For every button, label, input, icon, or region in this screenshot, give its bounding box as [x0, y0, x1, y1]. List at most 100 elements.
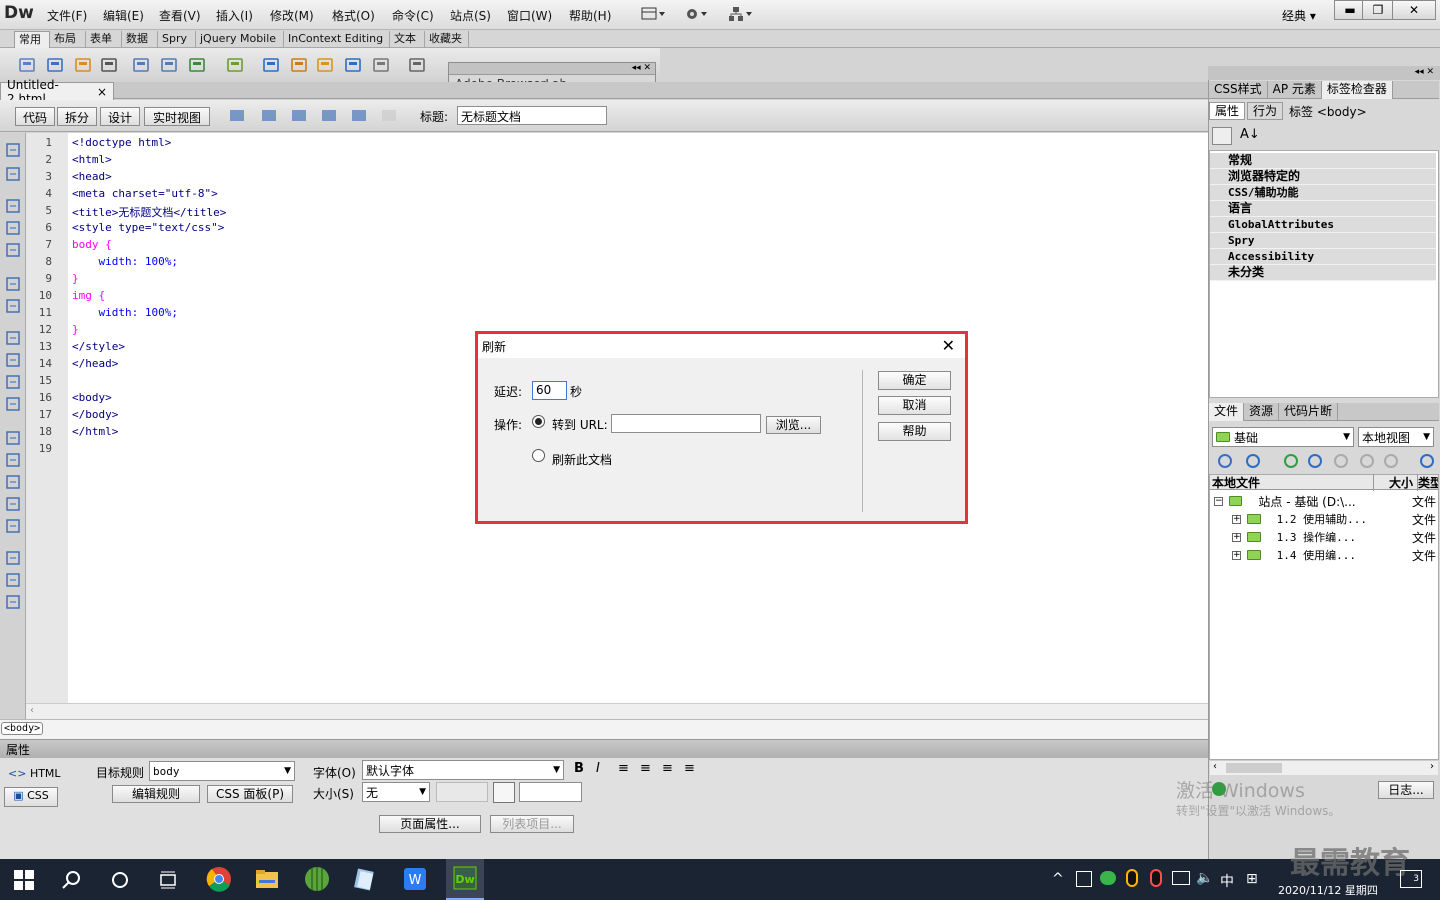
network-icon[interactable] — [1172, 871, 1190, 885]
insert-tab[interactable]: 布局 — [50, 31, 86, 48]
size-select[interactable]: 无 ▼ — [362, 782, 430, 802]
files-tab[interactable]: 代码片断 — [1279, 402, 1339, 421]
code-line[interactable]: </head> — [72, 357, 118, 370]
file-item[interactable]: +1.3 操作编... 文件 — [1232, 528, 1436, 546]
check-page-icon[interactable] — [350, 107, 370, 125]
menu-item[interactable]: 插入(I) — [216, 7, 253, 24]
insert-object-icon[interactable] — [46, 56, 64, 74]
align-right-icon[interactable]: ≡ — [662, 761, 673, 776]
coding-tool-icon[interactable] — [5, 220, 21, 236]
insert-tab[interactable]: InContext Editing — [284, 31, 390, 48]
insert-tab[interactable]: 表单 — [86, 31, 122, 48]
insert-object-icon[interactable] — [132, 56, 150, 74]
files-tool-icon[interactable] — [1282, 452, 1300, 470]
menu-item[interactable]: 查看(V) — [159, 7, 201, 24]
col-size[interactable]: 大小 — [1374, 473, 1418, 491]
panel-tab[interactable]: AP 元素 — [1268, 80, 1322, 99]
code-line[interactable]: } — [72, 323, 79, 336]
target-rule-select[interactable]: body ▼ — [149, 761, 295, 781]
qq-icon[interactable] — [1126, 869, 1138, 887]
scroll-thumb[interactable] — [1226, 763, 1282, 773]
coding-tool-icon[interactable] — [5, 430, 21, 446]
browse-button[interactable]: 浏览... — [766, 416, 821, 434]
attribute-category[interactable]: GlobalAttributes — [1210, 217, 1436, 233]
coding-tool-icon[interactable] — [5, 242, 21, 258]
workspace-switcher[interactable]: 经典 ▾ — [1282, 7, 1316, 24]
insert-object-icon[interactable] — [262, 56, 280, 74]
attribute-category[interactable]: 浏览器特定的 — [1210, 169, 1436, 185]
ime-indicator[interactable]: 中 — [1220, 871, 1234, 891]
coding-tool-icon[interactable] — [5, 396, 21, 412]
coding-tool-icon[interactable] — [5, 166, 21, 182]
insert-tab[interactable]: 文本 — [390, 31, 425, 48]
insert-object-icon[interactable] — [344, 56, 362, 74]
help-button[interactable]: 帮助 — [878, 422, 951, 441]
color-picker-icon[interactable] — [493, 782, 515, 803]
code-line[interactable]: <head> — [72, 170, 112, 183]
panel-tab[interactable]: 标签检查器 — [1321, 80, 1393, 99]
code-line[interactable]: </style> — [72, 340, 125, 353]
code-line[interactable]: <html> — [72, 153, 112, 166]
insert-object-icon[interactable] — [100, 56, 118, 74]
font-select[interactable]: 默认字体 ▼ — [362, 760, 564, 780]
title-input[interactable]: 无标题文档 — [457, 106, 607, 125]
files-tool-icon[interactable] — [1306, 452, 1324, 470]
insert-object-icon[interactable] — [316, 56, 334, 74]
align-left-icon[interactable]: ≡ — [618, 761, 629, 776]
attribute-category[interactable]: 语言 — [1210, 201, 1436, 217]
properties-header[interactable]: 属性 — [0, 740, 1208, 758]
tray-app-icon[interactable] — [1076, 871, 1092, 887]
insert-object-icon[interactable] — [408, 56, 426, 74]
coding-tool-icon[interactable] — [5, 496, 21, 512]
code-line[interactable]: <meta charset="utf-8"> — [72, 187, 218, 200]
coding-tool-icon[interactable] — [5, 452, 21, 468]
expand-icon[interactable]: + — [1232, 532, 1241, 542]
view-button[interactable]: 代码 — [15, 107, 55, 126]
refresh-doc-radio[interactable] — [532, 449, 545, 462]
files-tool-icon[interactable] — [1382, 452, 1400, 470]
qq-secondary-icon[interactable] — [1150, 869, 1162, 887]
css-mode-button[interactable]: ▣ CSS — [4, 787, 58, 807]
color-input[interactable] — [519, 782, 582, 802]
coding-tool-icon[interactable] — [5, 474, 21, 490]
dreamweaver-taskbar-button[interactable]: Dw — [446, 859, 484, 900]
insert-tab[interactable]: 数据 — [122, 31, 158, 48]
col-local-files[interactable]: 本地文件 — [1210, 473, 1374, 491]
menu-item[interactable]: 命令(C) — [392, 7, 434, 24]
url-input[interactable] — [611, 414, 761, 433]
panel-tab[interactable]: CSS样式 — [1209, 80, 1268, 99]
col-type[interactable]: 类型 — [1418, 474, 1438, 491]
attribute-category[interactable]: CSS/辅助功能 — [1210, 185, 1436, 201]
code-line[interactable]: body { — [72, 238, 112, 251]
coding-tool-icon[interactable] — [5, 142, 21, 158]
insert-tab[interactable]: Spry — [158, 31, 196, 48]
view-button[interactable]: 设计 — [100, 107, 140, 126]
search-icon[interactable] — [62, 870, 82, 893]
document-tab[interactable]: Untitled-2.html × — [0, 78, 114, 106]
coding-tool-icon[interactable] — [5, 276, 21, 292]
view-select[interactable]: 本地视图 ▼ — [1358, 427, 1434, 447]
align-center-icon[interactable]: ≡ — [640, 761, 651, 776]
multiscreen-icon[interactable] — [228, 107, 248, 125]
menu-item[interactable]: 帮助(H) — [569, 7, 611, 24]
dock-grip[interactable]: ◂◂ ✕ — [1208, 66, 1440, 80]
expand-icon[interactable]: + — [1232, 550, 1241, 560]
file-explorer-icon[interactable] — [254, 866, 280, 892]
justify-icon[interactable]: ≡ — [684, 761, 695, 776]
coding-tool-icon[interactable] — [5, 352, 21, 368]
coding-tool-icon[interactable] — [5, 572, 21, 588]
panel-grip[interactable]: ◂◂ ✕ — [449, 63, 655, 75]
coding-tool-icon[interactable] — [5, 330, 21, 346]
attribute-category[interactable]: Accessibility — [1210, 249, 1436, 265]
files-tool-icon[interactable] — [1216, 452, 1234, 470]
file-transfer-icon[interactable] — [290, 107, 310, 125]
insert-object-icon[interactable] — [160, 56, 178, 74]
files-tool-icon[interactable] — [1418, 452, 1436, 470]
view-button[interactable]: 拆分 — [57, 107, 97, 126]
files-tab[interactable]: 文件 — [1209, 402, 1245, 421]
subtab[interactable]: 行为 — [1247, 102, 1284, 120]
css-panel-button[interactable]: CSS 面板(P) — [207, 785, 293, 803]
site-structure-icon[interactable] — [728, 6, 754, 22]
menu-item[interactable]: 窗口(W) — [507, 7, 552, 24]
insert-tab[interactable]: 收藏夹 — [425, 31, 469, 48]
